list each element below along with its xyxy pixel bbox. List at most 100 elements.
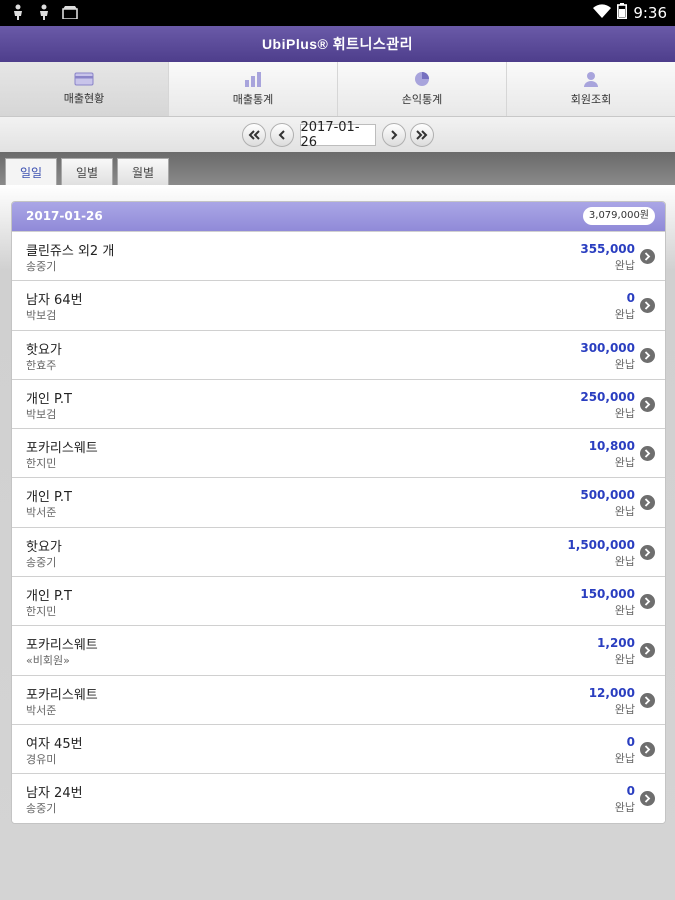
payment-status: 완납 — [614, 259, 635, 272]
payment-status: 완납 — [614, 653, 635, 667]
chevron-right-icon[interactable] — [640, 249, 655, 264]
sales-list-panel: 2017-01-26 3,079,000원 클린쥬스 외2 개 송중기 355,00… — [11, 201, 666, 824]
item-name: 핫요가 — [26, 539, 62, 555]
next-day-button[interactable] — [381, 122, 406, 147]
item-name: 여자 45번 — [26, 736, 83, 752]
member-name: 한지민 — [26, 457, 57, 471]
card-icon — [74, 72, 94, 86]
item-name: 개인 P.T — [26, 490, 72, 506]
list-item[interactable]: 남자 24번 송중기 0 완납 — [12, 773, 665, 823]
pie-chart-icon — [414, 71, 430, 87]
tab-member-search[interactable]: 회원조회 — [507, 62, 675, 116]
tab-label: 손익통계 — [401, 93, 443, 106]
app-header: UbiPlus® 휘트니스관리 — [0, 26, 675, 62]
amount: 0 — [626, 291, 635, 306]
payment-status: 완납 — [614, 751, 635, 765]
member-name: 송중기 — [26, 260, 57, 273]
payment-status: 완납 — [614, 604, 635, 618]
payment-status: 완납 — [614, 308, 635, 322]
member-name: 박서준 — [26, 703, 57, 717]
chevron-left-icon — [278, 125, 286, 144]
chevron-right-icon — [390, 125, 398, 144]
clock: 9:36 — [633, 4, 667, 22]
app-title: UbiPlus® 휘트니스관리 — [261, 36, 414, 52]
content-area: 2017-01-26 3,079,000원 클린쥬스 외2 개 송중기 355,00… — [0, 185, 675, 900]
tab-sales-status[interactable]: 매출현황 — [0, 62, 169, 116]
list-item[interactable]: 포카리스웨트 박서준 12,000 완납 — [12, 674, 665, 724]
amount: 500,000 — [580, 488, 635, 503]
member-name: 한효주 — [26, 358, 57, 372]
item-name: 포카리스웨트 — [26, 441, 98, 457]
main-tabs: 매출현황 매출통계 손익통계 회원조회 — [0, 62, 675, 117]
payment-status: 완납 — [614, 801, 635, 815]
tab-profit-stats[interactable]: 손익통계 — [338, 62, 507, 116]
tab-daily[interactable]: 일일 — [5, 158, 57, 186]
list-item[interactable]: 개인 P.T 한지민 150,000 완납 — [12, 576, 665, 626]
member-name: 경유미 — [26, 752, 57, 766]
item-name: 남자 24번 — [26, 786, 83, 802]
list-item[interactable]: 핫요가 송중기 1,500,000 완납 — [12, 526, 665, 577]
list-item[interactable]: 핫요가 한효주 300,000 완납 — [12, 329, 665, 379]
list-item[interactable]: 개인 P.T 박서준 500,000 완납 — [12, 477, 665, 527]
amount: 10,800 — [588, 439, 635, 454]
status-bar: 9:36 — [0, 0, 675, 26]
chevron-right-icon[interactable] — [640, 692, 655, 708]
battery-icon — [617, 3, 628, 23]
payment-status: 완납 — [614, 357, 635, 371]
member-name: 박보검 — [26, 407, 57, 421]
list-item[interactable]: 남자 64번 박보검 0 완납 — [12, 280, 665, 330]
chevron-right-icon[interactable] — [640, 544, 655, 560]
amount: 0 — [626, 734, 635, 749]
chevron-right-icon[interactable] — [640, 594, 655, 610]
next-month-button[interactable] — [409, 122, 434, 147]
notification-person-icon — [10, 4, 26, 20]
tab-label: 회원조회 — [570, 93, 612, 106]
member-name: 박서준 — [26, 506, 57, 520]
member-name: 한지민 — [26, 605, 57, 619]
amount: 0 — [626, 784, 635, 799]
tab-by-month[interactable]: 월별 — [117, 158, 169, 185]
chevron-right-icon[interactable] — [640, 495, 655, 511]
list-item[interactable]: 포카리스웨트 한지민 10,800 완납 — [12, 428, 665, 478]
sales-list: 클린쥬스 외2 개 송중기 355,000 완납 남자 64번 박보검 0 완납 핫요가 한효주 3… — [12, 231, 665, 823]
member-name: 송중기 — [26, 802, 57, 816]
double-chevron-left-icon — [248, 125, 260, 144]
chevron-right-icon[interactable] — [640, 791, 655, 807]
list-item[interactable]: 포카리스웨트 «비회원» 1,200 완납 — [12, 625, 665, 675]
payment-status: 완납 — [614, 554, 635, 568]
panel-header: 2017-01-26 3,079,000원 — [12, 202, 665, 231]
item-name: 포카리스웨트 — [26, 687, 98, 703]
chevron-right-icon[interactable] — [640, 643, 655, 659]
item-name: 개인 P.T — [26, 589, 72, 605]
prev-day-button[interactable] — [269, 122, 294, 147]
period-tabs: 일일 일별 월별 — [0, 152, 675, 186]
tab-label: 매출통계 — [232, 93, 274, 106]
payment-status: 완납 — [614, 505, 635, 519]
member-name: «비회원» — [26, 654, 70, 668]
list-item[interactable]: 개인 P.T 박보검 250,000 완납 — [12, 378, 665, 429]
tab-sales-stats[interactable]: 매출통계 — [169, 62, 338, 116]
item-name: 개인 P.T — [26, 391, 72, 407]
chevron-right-icon[interactable] — [640, 741, 655, 757]
payment-status: 완납 — [614, 406, 635, 420]
item-name: 핫요가 — [26, 342, 62, 358]
tab-label: 매출현황 — [63, 92, 105, 105]
amount: 12,000 — [588, 685, 635, 700]
payment-status: 완납 — [614, 702, 635, 716]
prev-month-button[interactable] — [241, 122, 266, 147]
item-name: 포카리스웨트 — [26, 638, 98, 654]
person-icon — [583, 71, 599, 87]
list-item[interactable]: 여자 45번 경유미 0 완납 — [12, 723, 665, 774]
chevron-right-icon[interactable] — [640, 347, 655, 363]
total-badge: 3,079,000원 — [582, 207, 655, 225]
payment-status: 완납 — [614, 456, 635, 470]
item-name: 클린쥬스 외2 개 — [26, 244, 115, 259]
list-item[interactable]: 클린쥬스 외2 개 송중기 355,000 완납 — [12, 231, 665, 281]
wifi-icon — [593, 4, 612, 22]
tab-by-day[interactable]: 일별 — [61, 158, 113, 185]
chevron-right-icon[interactable] — [640, 298, 655, 314]
date-field[interactable]: 2017-01-26 — [299, 120, 376, 150]
amount: 1,500,000 — [567, 537, 635, 552]
chevron-right-icon[interactable] — [640, 446, 655, 462]
chevron-right-icon[interactable] — [640, 396, 655, 412]
